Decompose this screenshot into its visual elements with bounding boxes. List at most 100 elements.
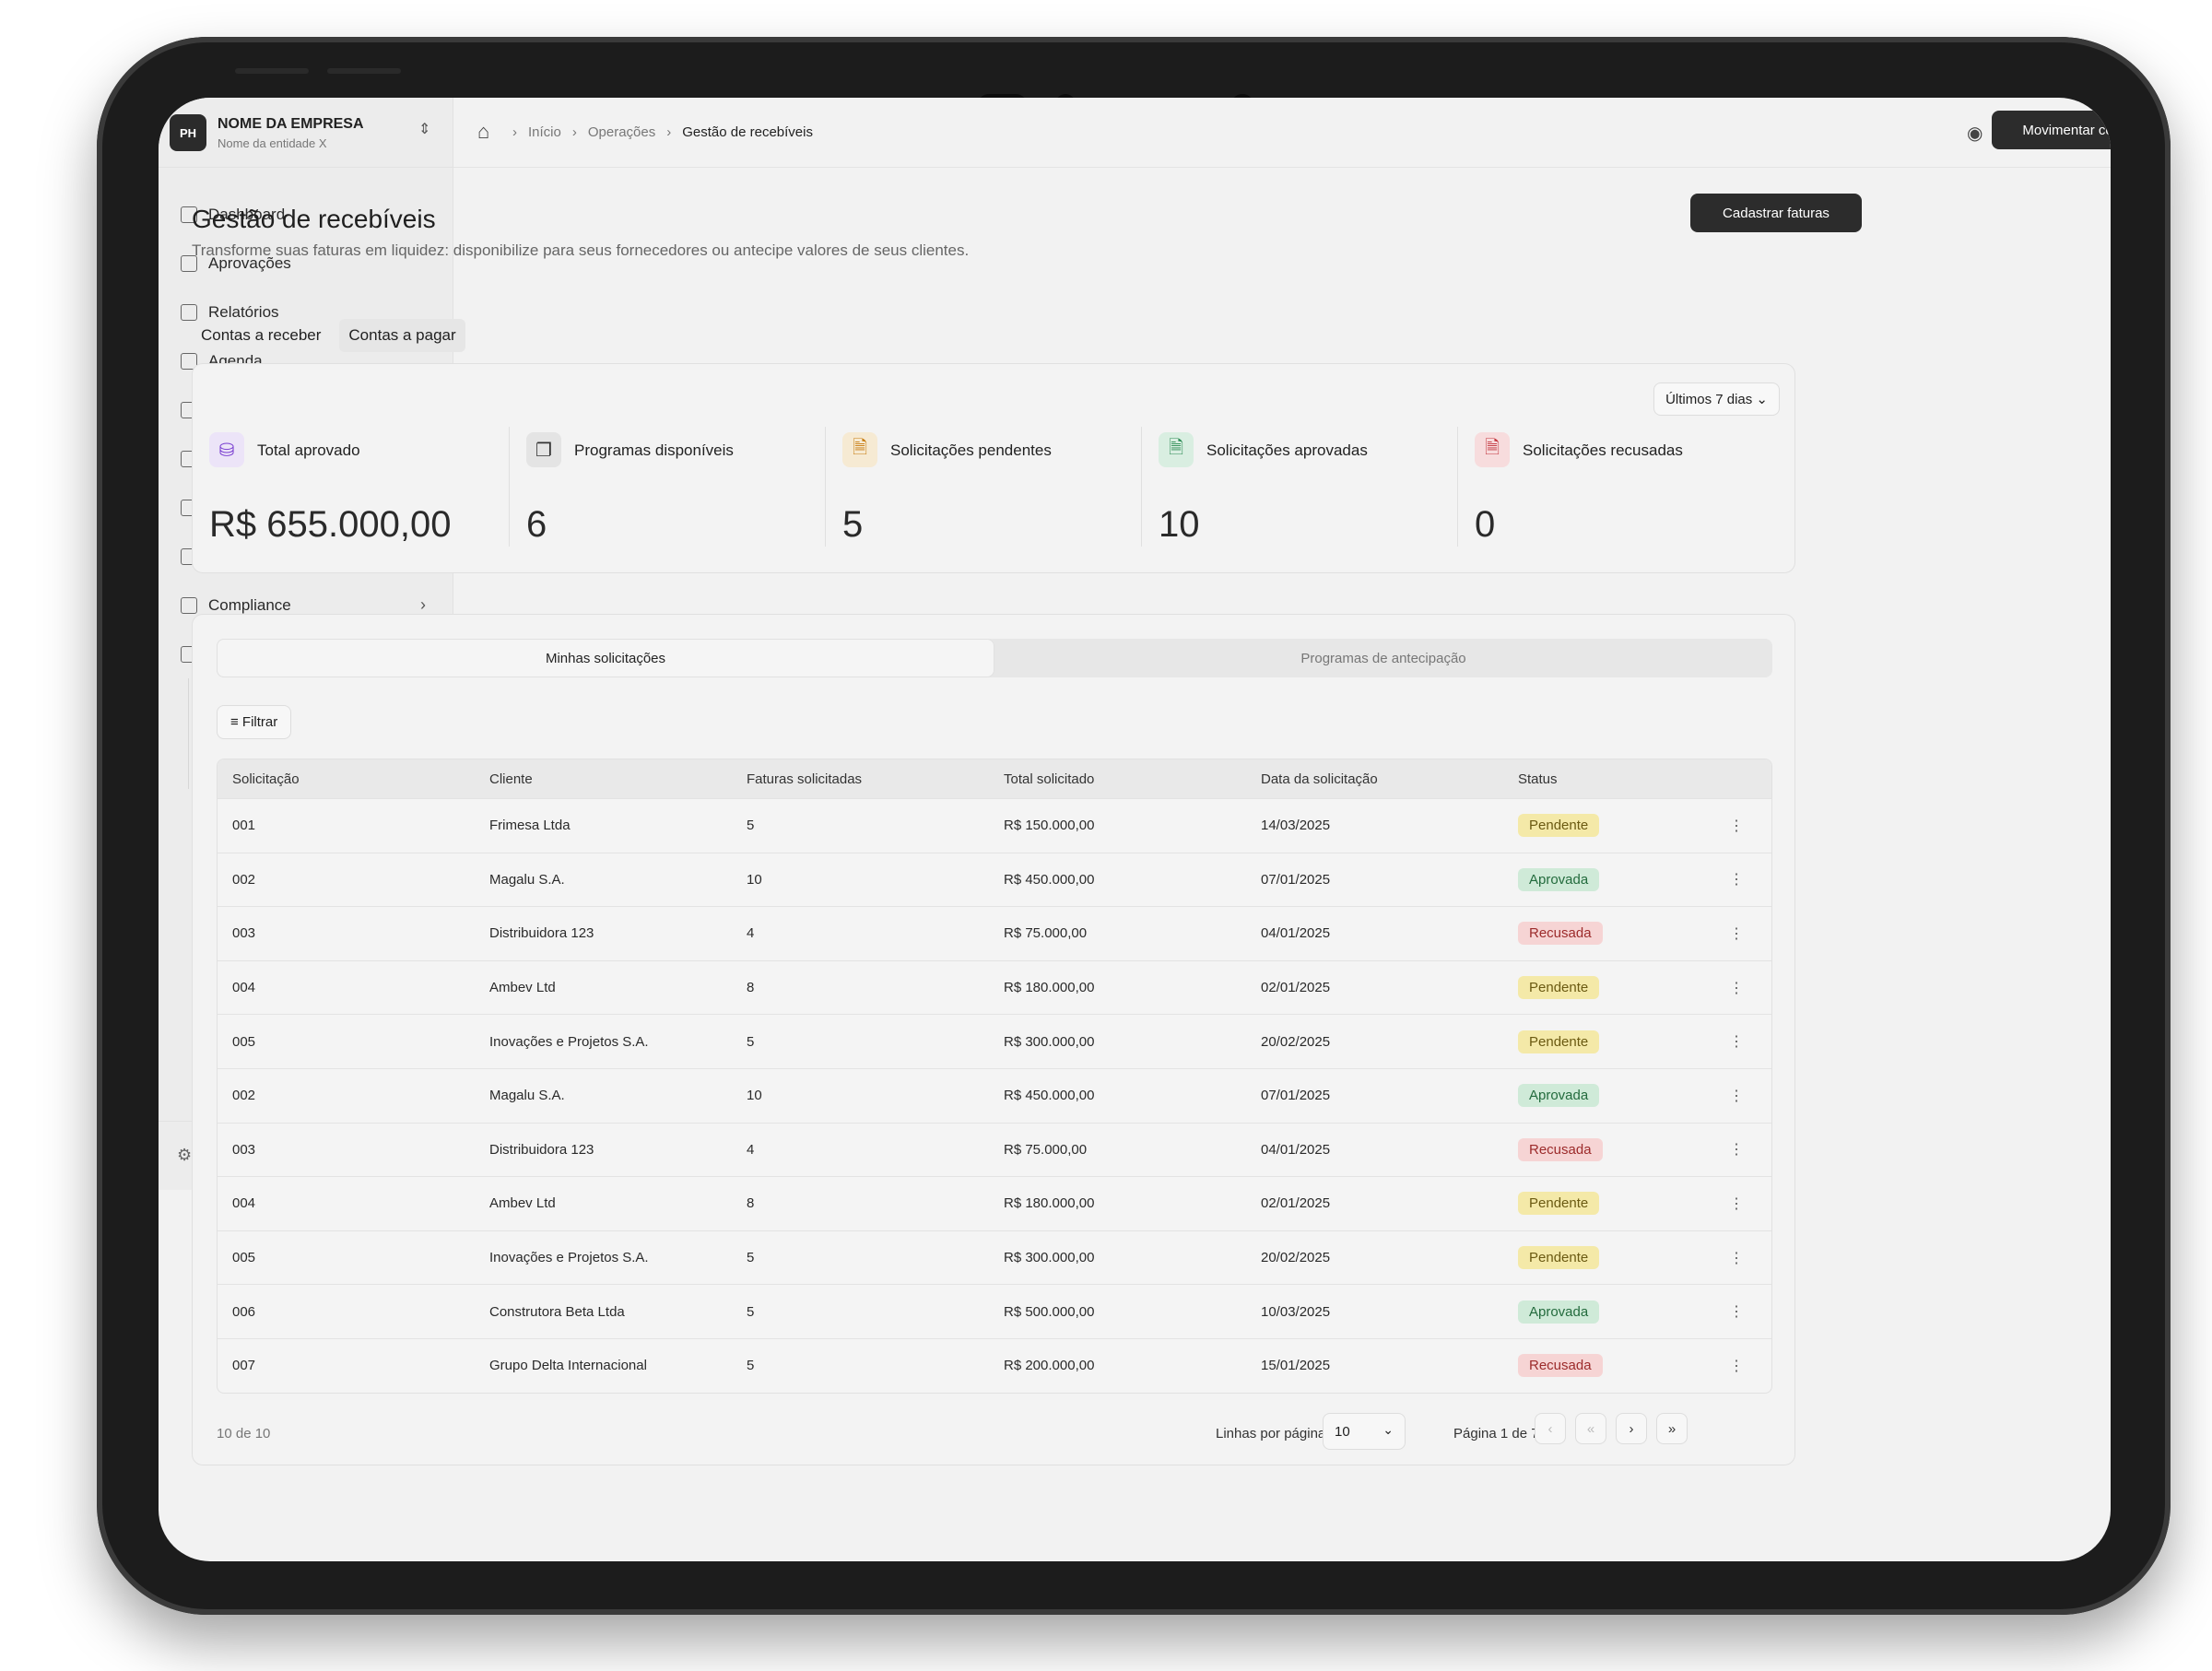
table-cell: 02/01/2025 xyxy=(1261,1195,1331,1212)
table-cell: 8 xyxy=(747,1195,755,1212)
row-actions-icon[interactable]: ⋮ xyxy=(1729,1140,1744,1159)
first-page-button[interactable]: « xyxy=(1575,1413,1606,1444)
table-cell: 14/03/2025 xyxy=(1261,818,1331,834)
company-switcher[interactable]: PH NOME DA EMPRESA Nome da entidade X ⇕ xyxy=(159,98,453,168)
status-cell: Pendente xyxy=(1503,814,1688,838)
status-cell: Aprovada xyxy=(1503,1084,1688,1108)
column-header[interactable]: Solicitação xyxy=(218,771,475,787)
doc-approved-icon: 🗎 xyxy=(1159,432,1194,467)
tab-programas-antecipacao[interactable]: Programas de antecipação xyxy=(994,639,1772,677)
stat-label: Solicitações pendentes xyxy=(890,441,1052,459)
breadcrumb-item[interactable]: Operações xyxy=(588,124,655,140)
table-cell: R$ 450.000,00 xyxy=(1004,1088,1095,1104)
stat-label: Solicitações recusadas xyxy=(1523,441,1683,459)
table-row[interactable]: 002 Magalu S.A. 10 R$ 450.000,00 07/01/2025 A… xyxy=(218,1067,1771,1123)
table-cell: 04/01/2025 xyxy=(1261,1141,1331,1158)
column-header[interactable]: Data da solicitação xyxy=(1246,771,1503,787)
stat-card: 🗎 Solicitações aprovadas 10 xyxy=(1141,427,1454,547)
period-select[interactable]: Últimos 7 dias ⌄ xyxy=(1653,382,1780,416)
table-row[interactable]: 005 Inovações e Projetos S.A. 5 R$ 300.000,… xyxy=(218,1014,1771,1068)
table-row[interactable]: 003 Distribuidora 123 4 R$ 75.000,00 04/01/2… xyxy=(218,906,1771,960)
row-actions-icon[interactable]: ⋮ xyxy=(1729,1249,1744,1267)
table-cell: 8 xyxy=(747,980,755,996)
move-account-button[interactable]: Movimentar conta xyxy=(1992,111,2111,149)
table-row[interactable]: 001 Frimesa Ltda 5 R$ 150.000,00 14/03/2025 P… xyxy=(218,798,1771,853)
table-cell: Distribuidora 123 xyxy=(489,1141,594,1158)
table-cell: Construtora Beta Ltda xyxy=(489,1303,625,1320)
stat-card: ❐ Programas disponíveis 6 xyxy=(509,427,822,547)
table-cell: R$ 450.000,00 xyxy=(1004,871,1095,888)
database-icon: ⛁ xyxy=(209,432,244,467)
status-badge: Recusada xyxy=(1518,1354,1603,1378)
row-actions-icon[interactable]: ⋮ xyxy=(1729,1032,1744,1051)
screen: PH NOME DA EMPRESA Nome da entidade X ⇕ … xyxy=(159,98,2111,1561)
table-cell: Grupo Delta Internacional xyxy=(489,1358,647,1374)
stat-card: ⛁ Total aprovado R$ 655.000,00 xyxy=(193,427,506,547)
table-cell: R$ 300.000,00 xyxy=(1004,1033,1095,1050)
stat-value: 0 xyxy=(1475,504,1496,545)
table-cell: 002 xyxy=(232,871,256,888)
breadcrumb-item[interactable]: Gestão de recebíveis xyxy=(682,124,813,140)
status-badge: Pendente xyxy=(1518,1192,1600,1216)
row-actions-icon[interactable]: ⋮ xyxy=(1729,1194,1744,1213)
rows-per-page-select[interactable]: 10 ⌄ xyxy=(1323,1413,1406,1450)
table-cell: R$ 180.000,00 xyxy=(1004,1195,1095,1212)
requests-table: Solicitação Cliente Faturas solicitadas Tot… xyxy=(217,759,1772,1394)
last-page-button[interactable]: » xyxy=(1656,1413,1688,1444)
table-row[interactable]: 003 Distribuidora 123 4 R$ 75.000,00 04/01/2… xyxy=(218,1122,1771,1177)
next-page-button[interactable]: › xyxy=(1616,1413,1647,1444)
requests-panel: Minhas solicitações Programas de antecip… xyxy=(192,614,1795,1465)
status-badge: Recusada xyxy=(1518,1137,1603,1161)
status-badge: Pendente xyxy=(1518,1246,1600,1270)
row-actions-icon[interactable]: ⋮ xyxy=(1729,1302,1744,1321)
table-row[interactable]: 005 Inovações e Projetos S.A. 5 R$ 300.000,… xyxy=(218,1230,1771,1285)
column-header[interactable]: Cliente xyxy=(475,771,732,787)
chevron-updown-icon[interactable]: ⇕ xyxy=(418,120,430,138)
status-cell: Aprovada xyxy=(1503,1300,1688,1324)
row-actions-icon[interactable]: ⋮ xyxy=(1729,817,1744,835)
column-header[interactable]: Faturas solicitadas xyxy=(732,771,989,787)
table-cell: 004 xyxy=(232,980,256,996)
eye-icon[interactable]: ◉ xyxy=(1967,122,1983,145)
top-bar: ⌂ › Início › Operações › Gestão de recebíveis… xyxy=(453,98,2111,168)
bar-chart-icon xyxy=(181,303,197,321)
prev-page-button[interactable]: ‹ xyxy=(1535,1413,1566,1444)
table-cell: 04/01/2025 xyxy=(1261,925,1331,942)
stat-card: 🗎 Solicitações recusadas 0 xyxy=(1457,427,1771,547)
tab-minhas-solicitacoes[interactable]: Minhas solicitações xyxy=(217,639,994,677)
table-cell: R$ 200.000,00 xyxy=(1004,1358,1095,1374)
status-cell: Pendente xyxy=(1503,1246,1688,1270)
table-cell: 20/02/2025 xyxy=(1261,1033,1331,1050)
table-cell: 20/02/2025 xyxy=(1261,1250,1331,1266)
tab-contas-pagar[interactable]: Contas a pagar xyxy=(339,319,465,352)
breadcrumb-item[interactable]: Início xyxy=(528,124,561,140)
table-row[interactable]: 006 Construtora Beta Ltda 5 R$ 500.000,00 10… xyxy=(218,1284,1771,1338)
table-cell: 02/01/2025 xyxy=(1261,980,1331,996)
table-row[interactable]: 004 Ambev Ltd 8 R$ 180.000,00 02/01/2025 Pend… xyxy=(218,1176,1771,1230)
breadcrumb-separator: › xyxy=(666,124,672,140)
row-actions-icon[interactable]: ⋮ xyxy=(1729,924,1744,943)
table-row[interactable]: 004 Ambev Ltd 8 R$ 180.000,00 02/01/2025 Pend… xyxy=(218,959,1771,1015)
stat-value: 10 xyxy=(1159,504,1200,545)
stat-card: 🗎 Solicitações pendentes 5 xyxy=(825,427,1138,547)
status-cell: Recusada xyxy=(1503,1354,1688,1378)
row-actions-icon[interactable]: ⋮ xyxy=(1729,979,1744,997)
home-icon[interactable]: ⌂ xyxy=(477,120,489,144)
table-cell: R$ 75.000,00 xyxy=(1004,1141,1088,1158)
status-badge: Pendente xyxy=(1518,814,1600,838)
filter-button[interactable]: ≡ Filtrar xyxy=(217,705,292,739)
page-subtitle: Transforme suas faturas em liquidez: dis… xyxy=(192,241,970,259)
column-header[interactable]: Total solicitado xyxy=(989,771,1246,787)
table-row[interactable]: 002 Magalu S.A. 10 R$ 450.000,00 07/01/2025 A… xyxy=(218,852,1771,907)
breadcrumb: › Início › Operações › Gestão de recebíveis xyxy=(512,124,813,140)
column-header[interactable]: Status xyxy=(1503,771,1688,787)
row-actions-icon[interactable]: ⋮ xyxy=(1729,1357,1744,1375)
row-actions-icon[interactable]: ⋮ xyxy=(1729,1087,1744,1105)
status-cell: Aprovada xyxy=(1503,867,1688,891)
table-cell: Magalu S.A. xyxy=(489,1088,565,1104)
tab-contas-receber[interactable]: Contas a receber xyxy=(192,319,330,352)
table-row[interactable]: 007 Grupo Delta Internacional 5 R$ 200.000,… xyxy=(218,1337,1771,1393)
row-actions-icon[interactable]: ⋮ xyxy=(1729,870,1744,888)
table-cell: 002 xyxy=(232,1088,256,1104)
register-invoices-button[interactable]: Cadastrar faturas xyxy=(1690,194,1862,232)
